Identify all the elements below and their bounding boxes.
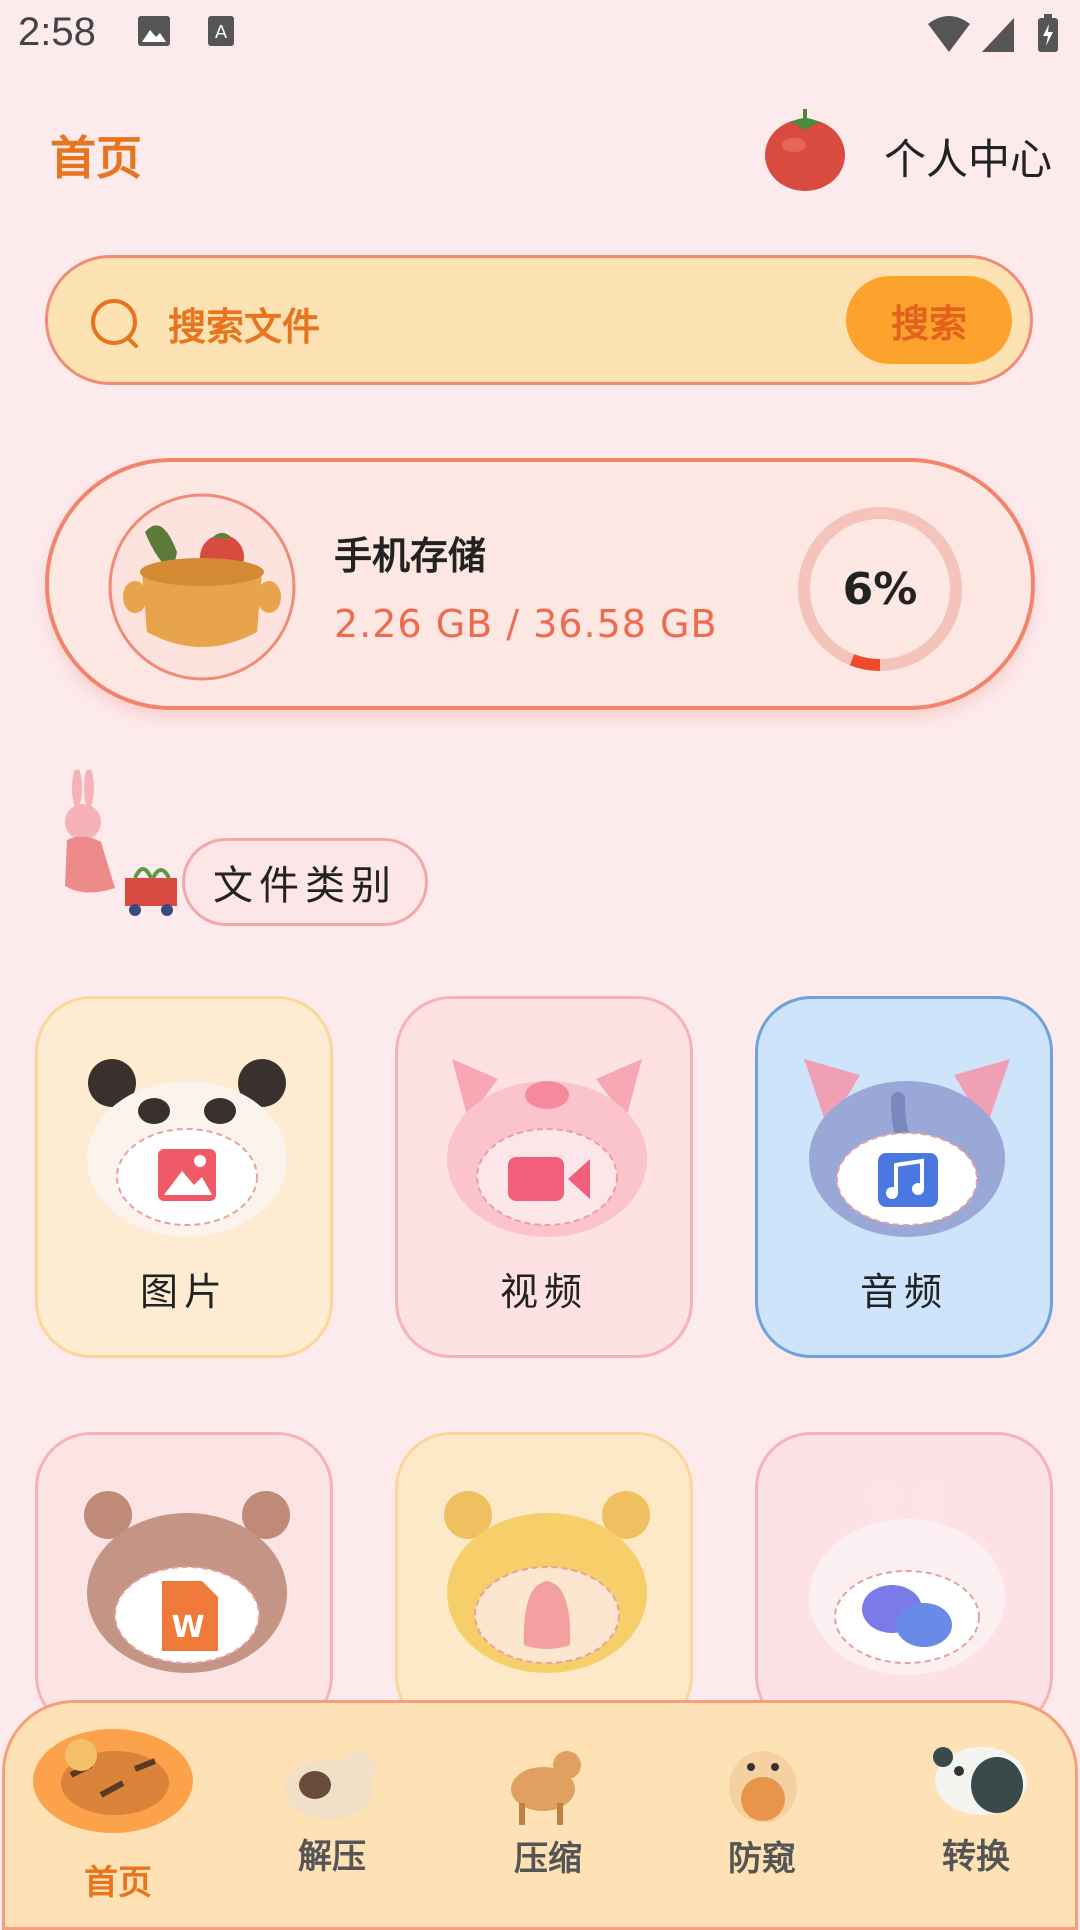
bottom-navigation: 首页 解压 压缩 防窥 转换 bbox=[2, 1700, 1078, 1930]
elephant-music-icon bbox=[804, 1059, 1010, 1237]
search-button[interactable]: 搜索 bbox=[846, 276, 1012, 364]
nav-label: 压缩 bbox=[514, 1839, 582, 1879]
profile-button[interactable] bbox=[760, 105, 850, 195]
storage-usage: 2.26 GB / 36.58 GB bbox=[334, 602, 718, 646]
nav-label: 解压 bbox=[298, 1837, 366, 1877]
storage-percent-label: 6% bbox=[842, 563, 918, 615]
pot-illustration-icon bbox=[108, 493, 296, 681]
rabbit-chat-icon bbox=[809, 1485, 1005, 1675]
section-title: 文件类别 bbox=[182, 838, 428, 926]
keyboard-notification-icon: A bbox=[208, 16, 234, 46]
rabbit-cart-illustration-icon bbox=[65, 770, 177, 916]
status-bar: 2:58 A bbox=[0, 0, 1080, 70]
nav-item-home[interactable]: 首页 bbox=[13, 1703, 223, 1923]
status-time: 2:58 bbox=[18, 10, 96, 54]
nav-label: 首页 bbox=[84, 1863, 152, 1903]
category-tile-documents[interactable]: W bbox=[35, 1432, 333, 1732]
storage-title: 手机存储 bbox=[334, 534, 487, 578]
deer-icon bbox=[511, 1751, 581, 1825]
category-label: 图片 bbox=[139, 1270, 228, 1314]
page-title: 首页 bbox=[50, 131, 142, 185]
battery-charging-icon bbox=[1038, 14, 1058, 52]
nav-item-compress[interactable]: 压缩 bbox=[443, 1703, 653, 1923]
nav-label: 转换 bbox=[942, 1837, 1010, 1877]
nav-item-privacy[interactable]: 防窥 bbox=[657, 1703, 867, 1923]
profile-label[interactable]: 个人中心 bbox=[884, 126, 1052, 187]
category-tile-images[interactable]: 图片 bbox=[35, 996, 333, 1358]
search-bar[interactable]: 搜索文件 搜索 bbox=[45, 255, 1033, 385]
hamster-icon bbox=[729, 1751, 797, 1823]
svg-text:W: W bbox=[171, 1610, 204, 1645]
category-label: 视频 bbox=[499, 1270, 588, 1314]
cat-home-icon bbox=[33, 1729, 193, 1833]
category-tile-audio[interactable]: 音频 bbox=[755, 996, 1053, 1358]
nav-item-decompress[interactable]: 解压 bbox=[227, 1703, 437, 1923]
nav-item-convert[interactable]: 转换 bbox=[871, 1703, 1080, 1923]
search-input[interactable]: 搜索文件 bbox=[168, 296, 320, 351]
search-icon bbox=[91, 299, 138, 348]
svg-text:A: A bbox=[215, 22, 228, 43]
storage-card[interactable]: 手机存储 2.26 GB / 36.58 GB 6% bbox=[45, 458, 1035, 710]
category-tile-qq[interactable] bbox=[395, 1432, 693, 1732]
category-tile-messages[interactable] bbox=[755, 1432, 1053, 1732]
panda-image-icon bbox=[87, 1059, 287, 1237]
bear-document-icon: W bbox=[84, 1491, 290, 1673]
image-notification-icon bbox=[138, 16, 170, 46]
wifi-icon bbox=[928, 16, 970, 52]
cow-cat-icon bbox=[285, 1751, 375, 1819]
pig-video-icon bbox=[447, 1059, 647, 1237]
category-tile-videos[interactable]: 视频 bbox=[395, 996, 693, 1358]
category-label: 音频 bbox=[859, 1270, 948, 1314]
tiger-qq-icon bbox=[444, 1491, 650, 1673]
tomato-avatar-icon bbox=[765, 109, 845, 191]
nav-label: 防窥 bbox=[728, 1839, 796, 1879]
panda-convert-icon bbox=[933, 1747, 1027, 1815]
cellular-signal-icon bbox=[982, 18, 1014, 52]
